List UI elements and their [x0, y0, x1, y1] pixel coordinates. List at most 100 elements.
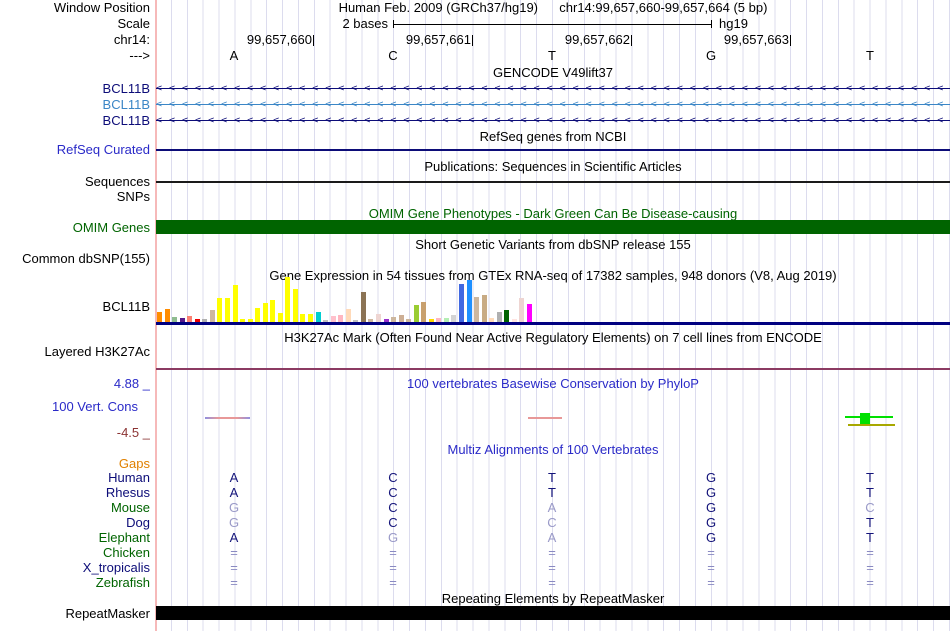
strand-arrows: <<<<<<<<<<<<<<<<<<<<<<<<<<<<<<<<<<<<<<<<…	[156, 98, 950, 111]
gtex-tissue-bar	[278, 313, 283, 322]
species-label[interactable]: Zebrafish	[0, 576, 150, 590]
gtex-expression-bars[interactable]	[156, 283, 950, 322]
phylop-max-label: 4.88 _	[0, 377, 150, 391]
gencode-gene-row: BCL11B <<<<<<<<<<<<<<<<<<<<<<<<<<<<<<<<<<…	[0, 114, 950, 128]
phylop-min-row: -4.5 _	[0, 426, 950, 440]
gtex-tissue-bar	[421, 302, 426, 322]
coordinate-tick: 99,657,661	[406, 33, 473, 47]
alignment-bases: =====	[156, 561, 950, 575]
species-label[interactable]: Mouse	[0, 501, 150, 515]
gtex-tissue-bar	[346, 309, 351, 322]
gtex-tissue-bar	[270, 300, 275, 322]
gene-label[interactable]: BCL11B	[0, 82, 150, 96]
coordinate-tick: 99,657,660	[247, 33, 314, 47]
scale-text: 2 bases	[342, 17, 388, 31]
alignment-bases: =====	[156, 546, 950, 560]
repeatmasker-label[interactable]: RepeatMasker	[0, 607, 150, 621]
h3k27ac-row: Layered H3K27Ac	[0, 345, 950, 359]
phylop-mark-1[interactable]	[205, 417, 250, 419]
gtex-tissue-bar	[300, 314, 305, 322]
dbsnp-label[interactable]: Common dbSNP(155)	[0, 252, 150, 266]
multiz-title-row: Multiz Alignments of 100 Vertebrates	[0, 443, 950, 457]
alignment-base: G	[388, 531, 398, 545]
gene-label[interactable]: BCL11B	[0, 98, 150, 112]
multiz-gaps-label[interactable]: Gaps	[0, 457, 150, 471]
h3k27ac-title-row: H3K27Ac Mark (Often Found Near Active Re…	[0, 331, 950, 345]
alignment-base: A	[230, 471, 239, 485]
refseq-curated-item[interactable]	[156, 149, 950, 151]
phylop-min-label: -4.5 _	[0, 426, 150, 440]
gtex-tissue-bar	[233, 285, 238, 322]
species-label[interactable]: Elephant	[0, 531, 150, 545]
strand-row: ---> ACTGT	[0, 49, 950, 63]
gtex-tissue-bar	[376, 314, 381, 322]
gene-transcript[interactable]: <<<<<<<<<<<<<<<<<<<<<<<<<<<<<<<<<<<<<<<<…	[156, 82, 950, 95]
multiz-row-dog: DogGCCGT	[0, 516, 950, 530]
scale-row: Scale 2 bases hg19	[0, 17, 950, 31]
assembly-name: Human Feb. 2009 (GRCh37/hg19)	[339, 0, 538, 15]
alignment-base: G	[706, 516, 716, 530]
snps-row: SNPs	[0, 190, 950, 204]
strand-arrows: <<<<<<<<<<<<<<<<<<<<<<<<<<<<<<<<<<<<<<<<…	[156, 82, 950, 95]
gtex-tissue-bar	[474, 297, 479, 322]
gtex-gene-label[interactable]: BCL11B	[0, 300, 150, 314]
gene-transcript[interactable]: <<<<<<<<<<<<<<<<<<<<<<<<<<<<<<<<<<<<<<<<…	[156, 98, 950, 111]
gtex-tissue-bar	[157, 312, 162, 322]
species-label[interactable]: Dog	[0, 516, 150, 530]
phylop-mark-2[interactable]	[528, 417, 562, 419]
sequences-label[interactable]: Sequences	[0, 175, 150, 189]
species-label[interactable]: Human	[0, 471, 150, 485]
gencode-title: GENCODE V49lift37	[156, 66, 950, 80]
alignment-bases: ACTGT	[156, 471, 950, 485]
publications-title: Publications: Sequences in Scientific Ar…	[156, 160, 950, 174]
h3k27ac-label[interactable]: Layered H3K27Ac	[0, 345, 150, 359]
coordinate-ticks: 99,657,660 99,657,661 99,657,662 99,657,663	[156, 33, 950, 47]
phylop-label[interactable]: 100 Vert. Cons	[0, 400, 138, 414]
scale-bar	[393, 20, 712, 28]
strand-label: --->	[0, 49, 150, 63]
multiz-row-elephant: ElephantAGAGT	[0, 531, 950, 545]
gtex-tissue-bar	[263, 303, 268, 322]
refseq-title-row: RefSeq genes from NCBI	[0, 130, 950, 144]
alignment-base: T	[866, 516, 874, 530]
alignment-base: =	[230, 561, 238, 575]
gtex-tissue-bar	[255, 308, 260, 322]
h3k27ac-signal-line[interactable]	[156, 368, 950, 370]
gencode-gene-row: BCL11B <<<<<<<<<<<<<<<<<<<<<<<<<<<<<<<<<<…	[0, 82, 950, 96]
scale-label: Scale	[0, 17, 150, 31]
repeatmasker-title: Repeating Elements by RepeatMasker	[156, 592, 950, 606]
reference-base: G	[706, 49, 716, 63]
omim-gene-item[interactable]	[156, 220, 950, 234]
coordinate-tick: 99,657,663	[724, 33, 791, 47]
multiz-row-mouse: Mouse GCAGC	[0, 501, 950, 515]
gtex-tissue-bar	[225, 298, 230, 322]
gtex-tissue-bar	[504, 310, 509, 322]
sequences-item[interactable]	[156, 181, 950, 183]
species-label[interactable]: Rhesus	[0, 486, 150, 500]
gene-label[interactable]: BCL11B	[0, 114, 150, 128]
alignment-base: =	[389, 561, 397, 575]
alignment-base: G	[229, 516, 239, 530]
alignment-base: =	[389, 576, 397, 590]
multiz-row-zebrafish: Zebrafish=====	[0, 576, 950, 590]
repeatmasker-item[interactable]	[156, 606, 950, 620]
refseq-curated-label[interactable]: RefSeq Curated	[0, 143, 150, 157]
multiz-title: Multiz Alignments of 100 Vertebrates	[156, 443, 950, 457]
alignment-bases: GCAGC	[156, 501, 950, 515]
alignment-bases: ACTGT	[156, 486, 950, 500]
coordinate-tick: 99,657,662	[565, 33, 632, 47]
species-label[interactable]: Chicken	[0, 546, 150, 560]
phylop-mark-3-negative[interactable]	[848, 424, 895, 426]
gtex-tissue-bar	[527, 304, 532, 322]
gtex-tissue-bar	[285, 277, 290, 322]
phylop-row: 100 Vert. Cons	[0, 400, 950, 414]
species-label[interactable]: X_tropicalis	[0, 561, 150, 575]
phylop-mark-3-peak[interactable]	[860, 413, 870, 424]
alignment-base: G	[706, 501, 716, 515]
phylop-title-row: 4.88 _ 100 vertebrates Basewise Conserva…	[0, 377, 950, 391]
reference-base: A	[230, 49, 239, 63]
snps-label[interactable]: SNPs	[0, 190, 150, 204]
dbsnp-title: Short Genetic Variants from dbSNP releas…	[156, 238, 950, 252]
omim-genes-label[interactable]: OMIM Genes	[0, 221, 150, 235]
gene-transcript[interactable]: <<<<<<<<<<<<<<<<<<<<<<<<<<<<<<<<<<<<<<<<…	[156, 114, 950, 127]
